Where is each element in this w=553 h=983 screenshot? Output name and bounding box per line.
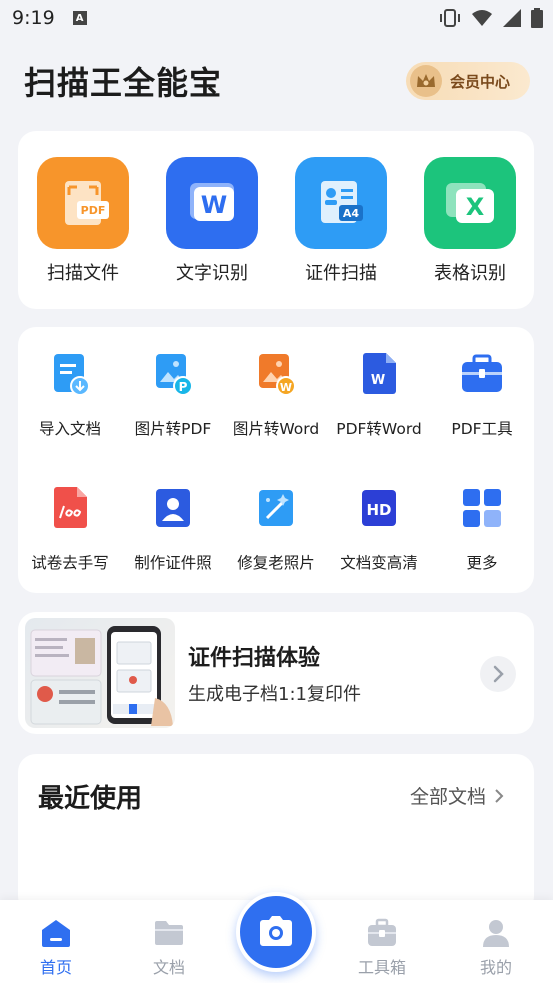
word-ocr-button[interactable]: W 文字识别 [157, 157, 267, 285]
id-photo-button[interactable]: 制作证件照 [121, 485, 225, 573]
tab-home[interactable]: 首页 [11, 916, 101, 978]
id-photo-icon [150, 485, 196, 531]
app-title: 扫描王全能宝 [24, 64, 223, 102]
more-label: 更多 [466, 554, 498, 572]
id-scan-label: 证件扫描 [305, 263, 377, 284]
table-ocr-button[interactable]: X 表格识别 [415, 157, 525, 285]
id-scan-banner[interactable]: 证件扫描体验 生成电子档1:1复印件 [18, 612, 534, 734]
word-ocr-icon: W [166, 157, 258, 249]
word-ocr-label: 文字识别 [176, 263, 248, 284]
pdf-to-word-icon: W [356, 351, 402, 397]
more-grid-icon [459, 485, 505, 531]
scan-file-button[interactable]: PDF 扫描文件 [28, 157, 138, 285]
scan-file-label: 扫描文件 [47, 263, 119, 284]
tab-profile[interactable]: 我的 [451, 916, 541, 978]
vip-center-label: 会员中心 [450, 72, 511, 91]
restore-photo-button[interactable]: 修复老照片 [224, 485, 328, 573]
profile-icon [451, 916, 541, 950]
svg-text:W: W [201, 191, 227, 219]
svg-text:PDF: PDF [81, 204, 106, 217]
tab-toolbox-label: 工具箱 [357, 958, 406, 977]
svg-text:W: W [280, 381, 292, 394]
signal-icon [503, 9, 521, 27]
hd-doc-icon: HD [356, 485, 402, 531]
svg-text:P: P [179, 380, 188, 394]
tab-toolbox[interactable]: 工具箱 [337, 916, 427, 978]
svg-text:HD: HD [366, 501, 391, 519]
recent-title: 最近使用 [38, 784, 143, 814]
more-button[interactable]: 更多 [430, 485, 534, 573]
all-docs-link[interactable]: 全部文档 [410, 782, 504, 809]
folder-icon [124, 916, 214, 950]
accessibility-notification-icon: A [72, 11, 87, 25]
scan-file-icon: PDF [37, 157, 129, 249]
remove-handwriting-icon [47, 485, 93, 531]
table-ocr-label: 表格识别 [434, 263, 506, 284]
status-time: 9:19 [12, 7, 55, 29]
image-to-word-label: 图片转Word [232, 420, 320, 438]
crown-icon [410, 65, 442, 97]
id-photo-label: 制作证件照 [134, 554, 212, 572]
svg-text:X: X [466, 193, 485, 221]
toolbox-icon [337, 916, 427, 950]
pdf-tools-button[interactable]: PDF工具 [430, 351, 534, 439]
recent-card: 最近使用 全部文档 [18, 754, 534, 914]
main-features-card: PDF 扫描文件 W 文字识别 A4 证件扫描 X 表格识别 [18, 131, 534, 309]
remove-handwriting-button[interactable]: 试卷去手写 [18, 485, 122, 573]
pdf-tools-icon [459, 351, 505, 397]
import-doc-label: 导入文档 [38, 420, 101, 438]
svg-text:W: W [371, 373, 385, 388]
all-docs-label: 全部文档 [410, 786, 487, 808]
restore-photo-icon [253, 485, 299, 531]
banner-image [25, 618, 175, 728]
restore-photo-label: 修复老照片 [237, 554, 315, 572]
tools-card: 导入文档 P 图片转PDF W 图片转Word W PDF转Word PDF工具… [18, 327, 534, 593]
wifi-icon [472, 10, 492, 26]
vip-center-button[interactable]: 会员中心 [406, 62, 530, 100]
hd-doc-label: 文档变高清 [340, 554, 418, 572]
tab-docs-label: 文档 [152, 958, 185, 977]
hd-doc-button[interactable]: HD 文档变高清 [327, 485, 431, 573]
image-to-pdf-button[interactable]: P 图片转PDF [121, 351, 225, 439]
tab-profile-label: 我的 [479, 958, 512, 977]
pdf-to-word-label: PDF转Word [336, 420, 422, 438]
import-doc-button[interactable]: 导入文档 [18, 351, 122, 439]
import-doc-icon [47, 351, 93, 397]
image-to-word-icon: W [253, 351, 299, 397]
pdf-tools-label: PDF工具 [451, 420, 513, 438]
tab-home-label: 首页 [39, 958, 72, 977]
camera-scan-button[interactable] [236, 892, 316, 972]
svg-text:A4: A4 [343, 207, 360, 220]
status-bar: 9:19 A [0, 0, 553, 36]
id-scan-button[interactable]: A4 证件扫描 [286, 157, 396, 285]
vibrate-icon [440, 9, 460, 27]
tab-docs[interactable]: 文档 [124, 916, 214, 978]
pdf-to-word-button[interactable]: W PDF转Word [327, 351, 431, 439]
chevron-right-icon[interactable] [480, 656, 516, 692]
battery-icon [531, 8, 543, 28]
chevron-right-icon [495, 788, 504, 803]
remove-handwriting-label: 试卷去手写 [31, 554, 109, 572]
camera-icon [260, 916, 292, 946]
id-scan-icon: A4 [295, 157, 387, 249]
home-icon [11, 916, 101, 950]
banner-subtitle: 生成电子档1:1复印件 [188, 684, 361, 705]
banner-title: 证件扫描体验 [188, 646, 321, 671]
image-to-pdf-icon: P [150, 351, 196, 397]
image-to-pdf-label: 图片转PDF [134, 420, 212, 438]
table-ocr-icon: X [424, 157, 516, 249]
image-to-word-button[interactable]: W 图片转Word [224, 351, 328, 439]
